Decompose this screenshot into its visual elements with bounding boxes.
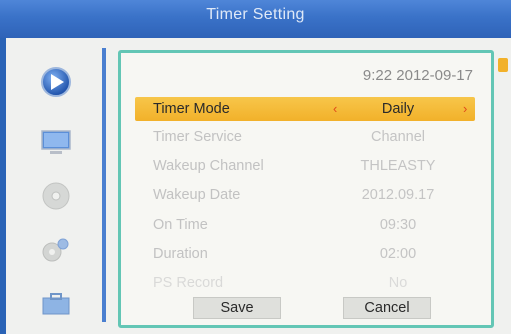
duration-value: 02:00: [379, 246, 417, 262]
duration-label: Duration: [153, 246, 208, 262]
on-time-label: On Time: [153, 217, 208, 233]
briefcase-icon[interactable]: [36, 286, 76, 322]
timer-service-value: Channel: [370, 129, 425, 145]
play-icon[interactable]: [36, 64, 76, 100]
ps-record-value: No: [388, 275, 408, 291]
wakeup-date-row[interactable]: Wakeup Date 2012.09.17: [135, 183, 475, 207]
wakeup-date-value: 2012.09.17: [361, 187, 435, 203]
title-bar: Timer Setting: [0, 0, 511, 38]
ps-record-row[interactable]: PS Record No: [135, 271, 475, 295]
duration-row[interactable]: Duration 02:00: [135, 242, 475, 266]
save-button[interactable]: Save: [193, 297, 281, 319]
cancel-button[interactable]: Cancel: [343, 297, 431, 319]
timer-service-label: Timer Service: [153, 129, 242, 145]
wakeup-channel-row[interactable]: Wakeup Channel THLEASTY: [135, 154, 475, 178]
wakeup-date-label: Wakeup Date: [153, 187, 241, 203]
settings-icon[interactable]: [36, 232, 76, 268]
monitor-icon[interactable]: [36, 124, 76, 160]
timer-service-row[interactable]: Timer Service Channel: [135, 125, 475, 149]
wakeup-channel-label: Wakeup Channel: [153, 158, 264, 174]
disc-icon[interactable]: [36, 178, 76, 214]
timer-panel: 9:22 2012-09-17 Timer Mode ‹ Daily › Tim…: [118, 50, 494, 328]
edge-marker: [498, 58, 508, 72]
wakeup-channel-value: THLEASTY: [360, 158, 436, 174]
timer-mode-row[interactable]: Timer Mode ‹ Daily ›: [135, 97, 475, 121]
on-time-row[interactable]: On Time 09:30: [135, 213, 475, 237]
timer-mode-label: Timer Mode: [153, 101, 230, 117]
ps-record-label: PS Record: [153, 275, 224, 291]
right-arrow-icon[interactable]: ›: [463, 101, 467, 116]
on-time-value: 09:30: [379, 217, 417, 233]
timer-mode-value: Daily: [381, 101, 415, 117]
sidebar-divider: [102, 48, 106, 322]
left-arrow-icon[interactable]: ‹: [333, 101, 337, 116]
window-title: Timer Setting: [206, 6, 305, 23]
sidebar: [14, 50, 102, 326]
clock-display: 9:22 2012-09-17: [362, 67, 473, 84]
